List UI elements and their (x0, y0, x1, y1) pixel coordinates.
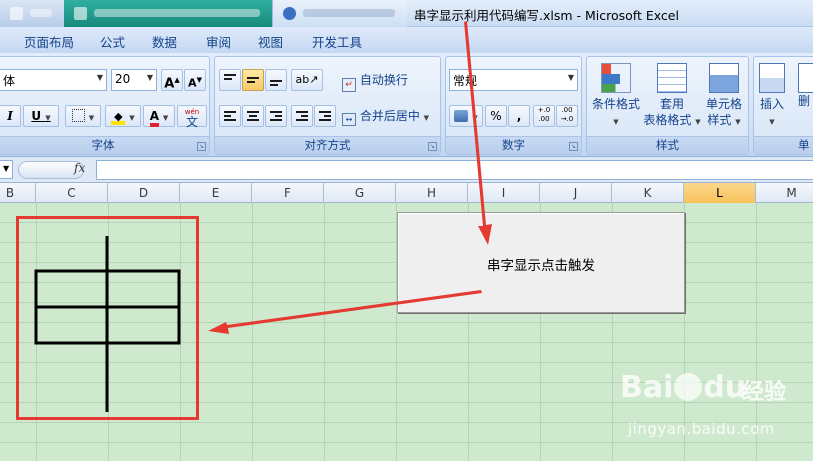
macro-trigger-button[interactable]: 串字显示点击触发 (397, 212, 685, 313)
highlight-frame (16, 216, 199, 420)
macro-button-label: 串字显示点击触发 (487, 257, 595, 274)
